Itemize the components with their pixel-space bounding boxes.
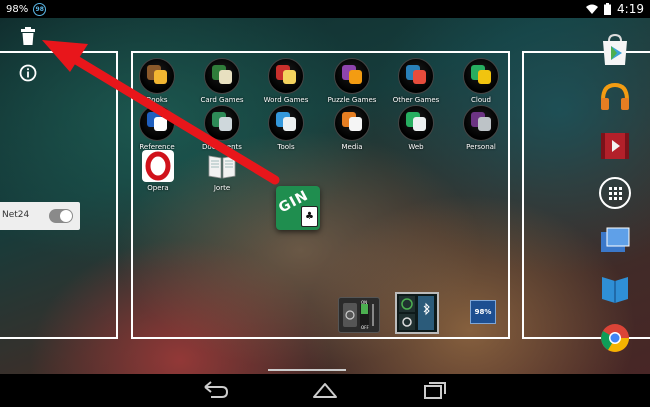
- recent-apps-icon[interactable]: [422, 380, 448, 400]
- remote-desktop-icon[interactable]: [598, 224, 632, 258]
- folder-icon: [334, 105, 370, 141]
- folder-personal[interactable]: Personal: [455, 105, 507, 151]
- power-on-label: ON: [361, 300, 368, 305]
- bluetooth-wifi-widget[interactable]: [395, 292, 439, 334]
- folder-icon: [463, 58, 499, 94]
- play-books-icon[interactable]: [598, 271, 632, 305]
- folder-word-games[interactable]: Word Games: [260, 58, 312, 104]
- app-drawer-icon[interactable]: [598, 176, 632, 210]
- navigation-bar: [0, 374, 650, 407]
- back-icon[interactable]: [203, 380, 229, 400]
- folder-icon: [204, 58, 240, 94]
- folder-label: Word Games: [263, 96, 309, 104]
- app-jorte[interactable]: Jorte: [196, 150, 248, 192]
- app-jorte-label: Jorte: [213, 184, 231, 192]
- toggle-knob: [60, 210, 72, 222]
- folder-icon: [334, 58, 370, 94]
- folder-icon: [268, 58, 304, 94]
- folder-preview-tile: [349, 70, 362, 84]
- folder-cloud[interactable]: Cloud: [455, 58, 507, 104]
- left-screen-outline: [0, 51, 118, 339]
- folder-media[interactable]: Media: [326, 105, 378, 151]
- folder-other-games[interactable]: Other Games: [390, 58, 442, 104]
- folder-icon: [463, 105, 499, 141]
- play-store-icon[interactable]: [598, 33, 632, 67]
- battery-icon: [604, 3, 612, 15]
- folder-preview-tile: [154, 117, 167, 131]
- center-screen-outline: [131, 51, 510, 339]
- folder-label: Personal: [466, 143, 496, 151]
- net-toggle-label: Net24: [2, 210, 30, 220]
- folder-label: Media: [341, 143, 363, 151]
- folder-icon: [398, 58, 434, 94]
- folder-preview-tile: [219, 117, 232, 131]
- playing-card-icon: ♣: [301, 206, 318, 227]
- folder-preview-tile: [219, 70, 232, 84]
- home-icon[interactable]: [312, 380, 338, 400]
- page-indicator: [268, 369, 346, 371]
- dragged-gin-app-icon[interactable]: GIN ♣: [276, 186, 320, 230]
- opera-icon: [142, 150, 174, 182]
- folder-card-games[interactable]: Card Games: [196, 58, 248, 104]
- folder-preview-tile: [413, 70, 426, 84]
- notification-badge-icon[interactable]: 98: [33, 3, 47, 16]
- folder-preview-tile: [154, 70, 167, 84]
- folder-label: Web: [408, 143, 424, 151]
- headphones-music-icon[interactable]: [598, 80, 632, 114]
- power-off-label: OFF: [361, 325, 369, 330]
- chrome-icon[interactable]: [598, 321, 632, 355]
- folder-icon: [139, 105, 175, 141]
- clock-text: 4:19: [617, 2, 644, 16]
- net-toggle-switch[interactable]: [49, 209, 73, 223]
- folder-icon: [139, 58, 175, 94]
- film-movies-icon[interactable]: [598, 128, 632, 162]
- net-toggle-widget[interactable]: Net24: [0, 202, 80, 230]
- app-opera-label: Opera: [147, 184, 169, 192]
- folder-web[interactable]: Web: [390, 105, 442, 151]
- folder-reference[interactable]: Reference: [131, 105, 183, 151]
- folder-preview-tile: [283, 117, 296, 131]
- folder-preview-tile: [349, 117, 362, 131]
- folder-preview-tile: [478, 117, 491, 131]
- trash-icon[interactable]: [21, 27, 35, 49]
- battery-widget[interactable]: 98%: [470, 300, 496, 324]
- jorte-book-icon: [206, 150, 238, 182]
- folder-label: Card Games: [200, 96, 244, 104]
- folder-preview-tile: [478, 70, 491, 84]
- folder-preview-tile: [413, 117, 426, 131]
- folder-icon: [204, 105, 240, 141]
- folder-label: Books: [146, 96, 168, 104]
- wifi-icon: [586, 4, 599, 14]
- folder-icon: [398, 105, 434, 141]
- folder-label: Other Games: [392, 96, 440, 104]
- folder-label: Cloud: [471, 96, 491, 104]
- folder-documents[interactable]: Documents: [196, 105, 248, 151]
- folder-books[interactable]: Books: [131, 58, 183, 104]
- status-bar: 98% 98 4:19: [0, 0, 650, 18]
- folder-label: Puzzle Games: [327, 96, 377, 104]
- battery-percent-text: 98%: [6, 4, 29, 15]
- folder-puzzle-games[interactable]: Puzzle Games: [326, 58, 378, 104]
- folder-tools[interactable]: Tools: [260, 105, 312, 151]
- info-icon[interactable]: [19, 64, 37, 86]
- folder-label: Tools: [277, 143, 295, 151]
- folder-icon: [268, 105, 304, 141]
- app-opera[interactable]: Opera: [132, 150, 184, 192]
- folder-preview-tile: [283, 70, 296, 84]
- power-control-widget[interactable]: ON OFF: [338, 297, 380, 333]
